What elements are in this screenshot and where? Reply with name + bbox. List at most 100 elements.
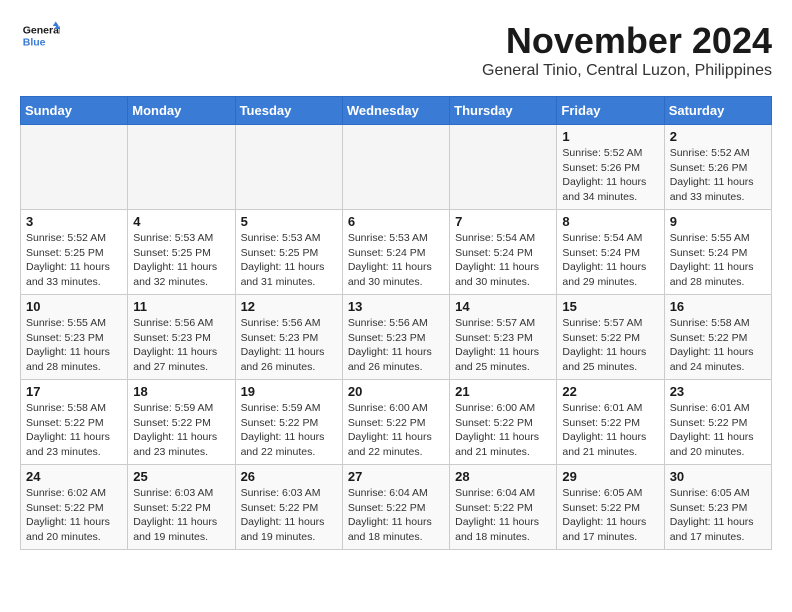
day-number: 10 bbox=[26, 299, 122, 314]
day-number: 5 bbox=[241, 214, 337, 229]
day-header-saturday: Saturday bbox=[664, 97, 771, 125]
calendar-cell: 24 Sunrise: 6:02 AM Sunset: 5:22 PM Dayli… bbox=[21, 465, 128, 550]
day-info: Sunrise: 6:00 AM Sunset: 5:22 PM Dayligh… bbox=[455, 401, 551, 460]
day-info: Sunrise: 5:54 AM Sunset: 5:24 PM Dayligh… bbox=[455, 231, 551, 290]
calendar-cell: 13 Sunrise: 5:56 AM Sunset: 5:23 PM Dayli… bbox=[342, 295, 449, 380]
calendar-cell bbox=[235, 125, 342, 210]
svg-text:Blue: Blue bbox=[23, 37, 46, 49]
day-info: Sunrise: 5:52 AM Sunset: 5:26 PM Dayligh… bbox=[562, 146, 658, 205]
calendar-cell: 19 Sunrise: 5:59 AM Sunset: 5:22 PM Dayli… bbox=[235, 380, 342, 465]
month-title: November 2024 bbox=[482, 20, 772, 62]
day-info: Sunrise: 5:52 AM Sunset: 5:26 PM Dayligh… bbox=[670, 146, 766, 205]
calendar-cell: 4 Sunrise: 5:53 AM Sunset: 5:25 PM Daylig… bbox=[128, 210, 235, 295]
week-row-5: 24 Sunrise: 6:02 AM Sunset: 5:22 PM Dayli… bbox=[21, 465, 772, 550]
calendar-cell: 5Sunrise: 5:53 AM Sunset: 5:25 PM Daylig… bbox=[235, 210, 342, 295]
day-number: 11 bbox=[133, 299, 229, 314]
day-number: 22 bbox=[562, 384, 658, 399]
day-number: 7 bbox=[455, 214, 551, 229]
day-info: Sunrise: 5:58 AM Sunset: 5:22 PM Dayligh… bbox=[670, 316, 766, 375]
calendar-cell: 20 Sunrise: 6:00 AM Sunset: 5:22 PM Dayli… bbox=[342, 380, 449, 465]
day-number: 15 bbox=[562, 299, 658, 314]
day-number: 21 bbox=[455, 384, 551, 399]
day-number: 19 bbox=[241, 384, 337, 399]
calendar-table: SundayMondayTuesdayWednesdayThursdayFrid… bbox=[20, 96, 772, 550]
calendar-cell: 26 Sunrise: 6:03 AM Sunset: 5:22 PM Dayli… bbox=[235, 465, 342, 550]
day-info: Sunrise: 6:05 AM Sunset: 5:22 PM Dayligh… bbox=[562, 486, 658, 545]
day-info: Sunrise: 5:56 AM Sunset: 5:23 PM Dayligh… bbox=[133, 316, 229, 375]
logo-icon: General Blue bbox=[20, 20, 60, 50]
day-number: 3 bbox=[26, 214, 122, 229]
calendar-cell: 28 Sunrise: 6:04 AM Sunset: 5:22 PM Dayli… bbox=[450, 465, 557, 550]
calendar-cell: 15 Sunrise: 5:57 AM Sunset: 5:22 PM Dayli… bbox=[557, 295, 664, 380]
day-info: Sunrise: 6:03 AM Sunset: 5:22 PM Dayligh… bbox=[241, 486, 337, 545]
day-info: Sunrise: 6:04 AM Sunset: 5:22 PM Dayligh… bbox=[348, 486, 444, 545]
day-number: 1 bbox=[562, 129, 658, 144]
calendar-cell: 6 Sunrise: 5:53 AM Sunset: 5:24 PM Daylig… bbox=[342, 210, 449, 295]
day-number: 9 bbox=[670, 214, 766, 229]
day-info: Sunrise: 6:03 AM Sunset: 5:22 PM Dayligh… bbox=[133, 486, 229, 545]
week-row-2: 3 Sunrise: 5:52 AM Sunset: 5:25 PM Daylig… bbox=[21, 210, 772, 295]
calendar-cell: 2Sunrise: 5:52 AM Sunset: 5:26 PM Daylig… bbox=[664, 125, 771, 210]
calendar-cell: 17 Sunrise: 5:58 AM Sunset: 5:22 PM Dayli… bbox=[21, 380, 128, 465]
title-area: November 2024 General Tinio, Central Luz… bbox=[482, 20, 772, 80]
day-number: 26 bbox=[241, 469, 337, 484]
day-info: Sunrise: 5:58 AM Sunset: 5:22 PM Dayligh… bbox=[26, 401, 122, 460]
day-info: Sunrise: 5:55 AM Sunset: 5:23 PM Dayligh… bbox=[26, 316, 122, 375]
day-number: 4 bbox=[133, 214, 229, 229]
day-number: 17 bbox=[26, 384, 122, 399]
day-header-row: SundayMondayTuesdayWednesdayThursdayFrid… bbox=[21, 97, 772, 125]
calendar-cell: 23 Sunrise: 6:01 AM Sunset: 5:22 PM Dayli… bbox=[664, 380, 771, 465]
header: General Blue November 2024 General Tinio… bbox=[20, 20, 772, 80]
calendar-cell: 7 Sunrise: 5:54 AM Sunset: 5:24 PM Daylig… bbox=[450, 210, 557, 295]
day-info: Sunrise: 5:59 AM Sunset: 5:22 PM Dayligh… bbox=[241, 401, 337, 460]
week-row-1: 1 Sunrise: 5:52 AM Sunset: 5:26 PM Daylig… bbox=[21, 125, 772, 210]
calendar-cell: 10 Sunrise: 5:55 AM Sunset: 5:23 PM Dayli… bbox=[21, 295, 128, 380]
day-number: 14 bbox=[455, 299, 551, 314]
calendar-cell: 14Sunrise: 5:57 AM Sunset: 5:23 PM Dayli… bbox=[450, 295, 557, 380]
day-info: Sunrise: 5:56 AM Sunset: 5:23 PM Dayligh… bbox=[348, 316, 444, 375]
day-number: 23 bbox=[670, 384, 766, 399]
day-header-tuesday: Tuesday bbox=[235, 97, 342, 125]
calendar-cell: 21 Sunrise: 6:00 AM Sunset: 5:22 PM Dayli… bbox=[450, 380, 557, 465]
calendar-cell: 29 Sunrise: 6:05 AM Sunset: 5:22 PM Dayli… bbox=[557, 465, 664, 550]
subtitle: General Tinio, Central Luzon, Philippine… bbox=[482, 62, 772, 80]
day-number: 24 bbox=[26, 469, 122, 484]
calendar-cell bbox=[21, 125, 128, 210]
calendar-cell: 12Sunrise: 5:56 AM Sunset: 5:23 PM Dayli… bbox=[235, 295, 342, 380]
day-number: 28 bbox=[455, 469, 551, 484]
calendar-cell bbox=[342, 125, 449, 210]
day-info: Sunrise: 5:57 AM Sunset: 5:22 PM Dayligh… bbox=[562, 316, 658, 375]
day-number: 20 bbox=[348, 384, 444, 399]
logo: General Blue bbox=[20, 20, 60, 50]
calendar-cell: 16 Sunrise: 5:58 AM Sunset: 5:22 PM Dayli… bbox=[664, 295, 771, 380]
day-number: 6 bbox=[348, 214, 444, 229]
day-number: 29 bbox=[562, 469, 658, 484]
day-header-friday: Friday bbox=[557, 97, 664, 125]
svg-text:General: General bbox=[23, 25, 60, 37]
day-info: Sunrise: 6:02 AM Sunset: 5:22 PM Dayligh… bbox=[26, 486, 122, 545]
day-header-sunday: Sunday bbox=[21, 97, 128, 125]
day-info: Sunrise: 5:56 AM Sunset: 5:23 PM Dayligh… bbox=[241, 316, 337, 375]
calendar-cell: 25 Sunrise: 6:03 AM Sunset: 5:22 PM Dayli… bbox=[128, 465, 235, 550]
day-number: 25 bbox=[133, 469, 229, 484]
day-info: Sunrise: 5:54 AM Sunset: 5:24 PM Dayligh… bbox=[562, 231, 658, 290]
day-info: Sunrise: 6:04 AM Sunset: 5:22 PM Dayligh… bbox=[455, 486, 551, 545]
day-number: 18 bbox=[133, 384, 229, 399]
day-info: Sunrise: 5:53 AM Sunset: 5:25 PM Dayligh… bbox=[133, 231, 229, 290]
day-info: Sunrise: 5:55 AM Sunset: 5:24 PM Dayligh… bbox=[670, 231, 766, 290]
day-info: Sunrise: 6:00 AM Sunset: 5:22 PM Dayligh… bbox=[348, 401, 444, 460]
day-number: 8 bbox=[562, 214, 658, 229]
calendar-cell: 1 Sunrise: 5:52 AM Sunset: 5:26 PM Daylig… bbox=[557, 125, 664, 210]
day-number: 16 bbox=[670, 299, 766, 314]
day-info: Sunrise: 5:53 AM Sunset: 5:24 PM Dayligh… bbox=[348, 231, 444, 290]
week-row-4: 17 Sunrise: 5:58 AM Sunset: 5:22 PM Dayli… bbox=[21, 380, 772, 465]
day-info: Sunrise: 6:01 AM Sunset: 5:22 PM Dayligh… bbox=[670, 401, 766, 460]
calendar-cell bbox=[450, 125, 557, 210]
week-row-3: 10 Sunrise: 5:55 AM Sunset: 5:23 PM Dayli… bbox=[21, 295, 772, 380]
calendar-cell: 3 Sunrise: 5:52 AM Sunset: 5:25 PM Daylig… bbox=[21, 210, 128, 295]
day-header-thursday: Thursday bbox=[450, 97, 557, 125]
day-number: 13 bbox=[348, 299, 444, 314]
calendar-cell: 27Sunrise: 6:04 AM Sunset: 5:22 PM Dayli… bbox=[342, 465, 449, 550]
day-info: Sunrise: 5:52 AM Sunset: 5:25 PM Dayligh… bbox=[26, 231, 122, 290]
calendar-cell: 11 Sunrise: 5:56 AM Sunset: 5:23 PM Dayli… bbox=[128, 295, 235, 380]
